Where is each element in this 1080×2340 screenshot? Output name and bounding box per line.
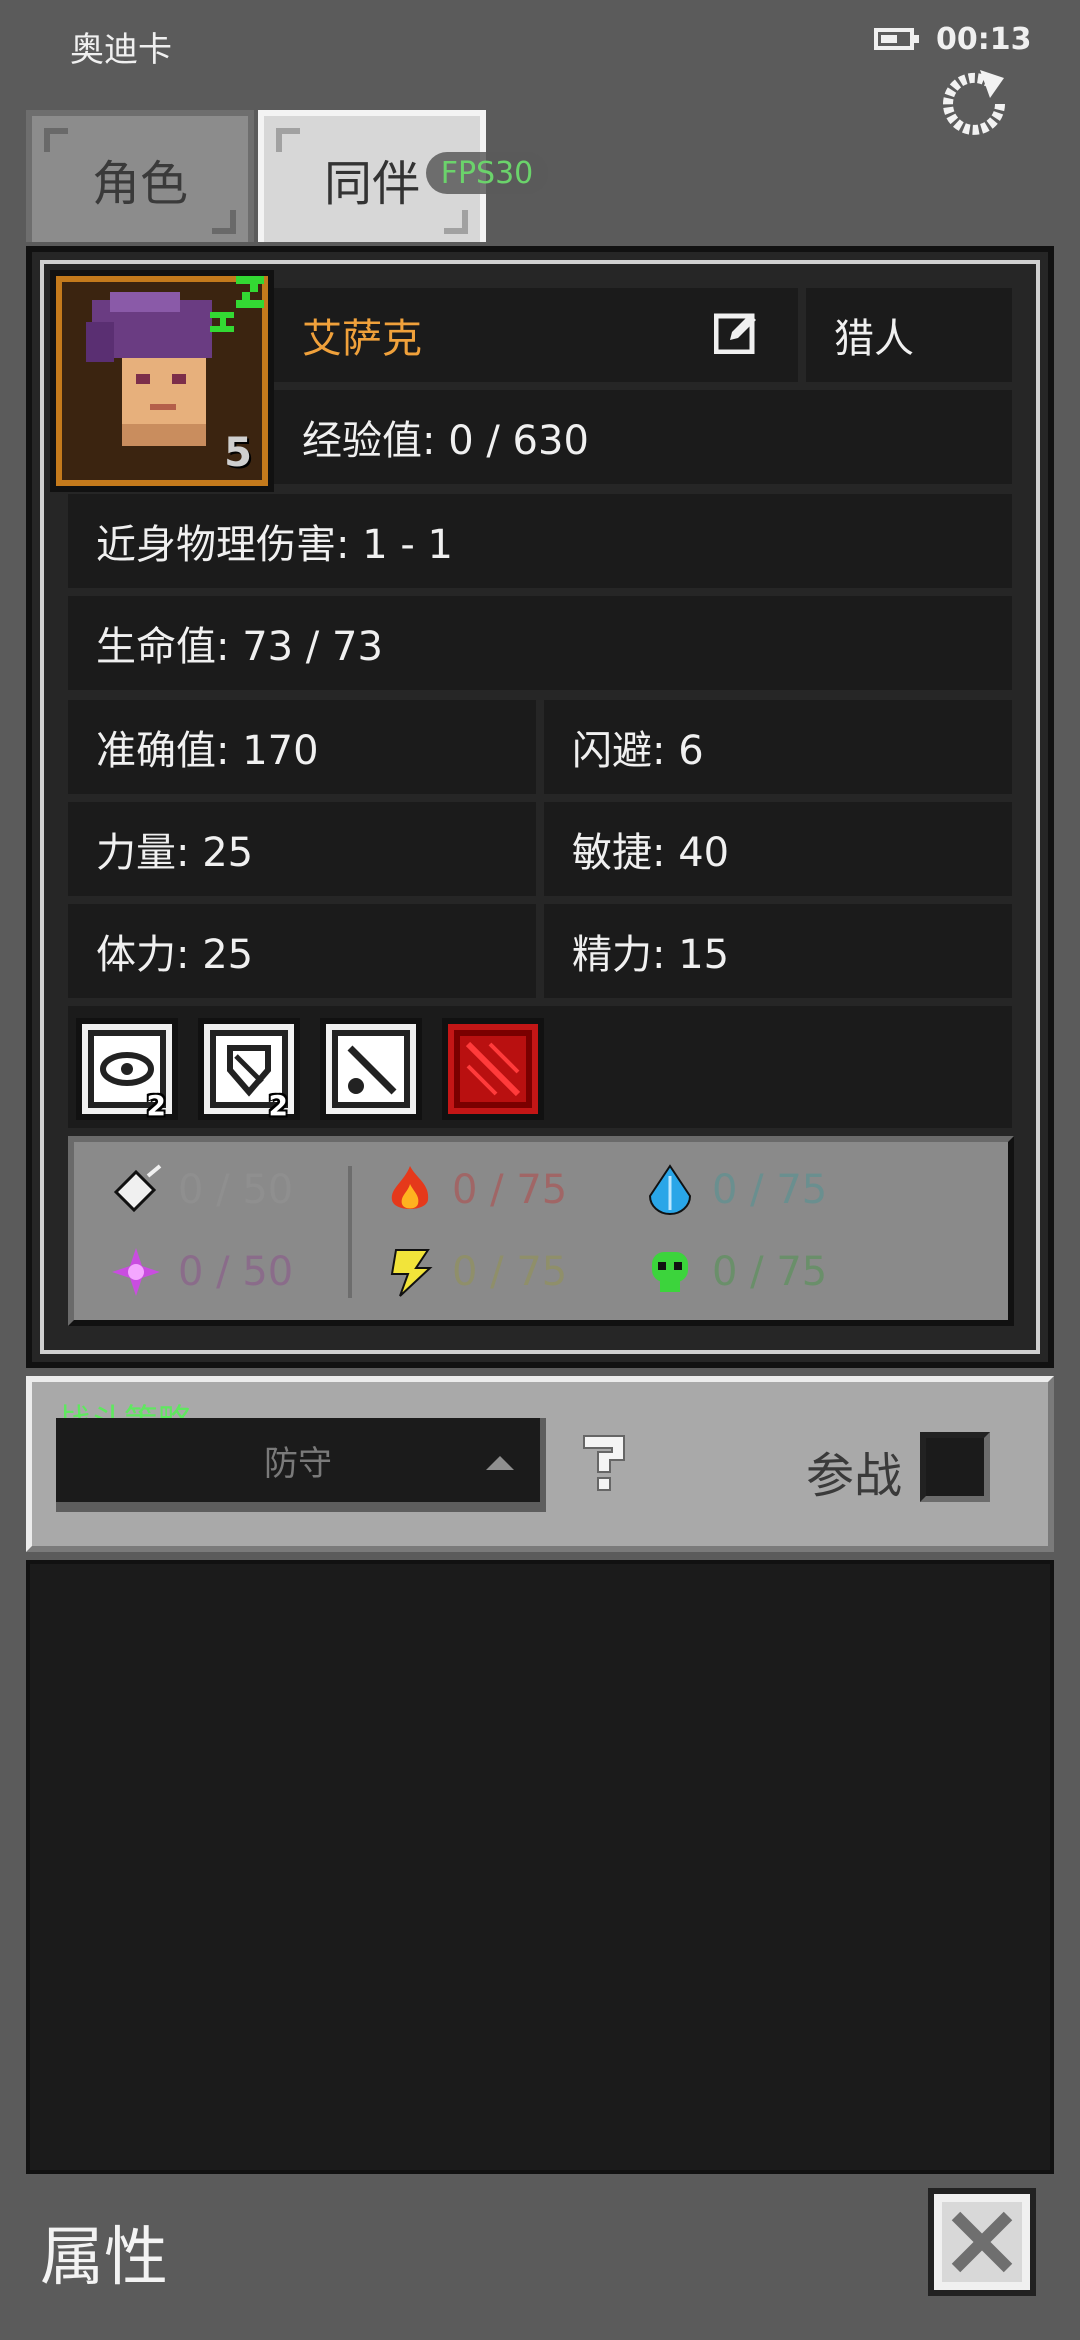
resist-magic-value: 0 / 50 xyxy=(178,1249,294,1295)
resist-lightning: 0 / 75 xyxy=(382,1244,567,1300)
help-question-icon[interactable] xyxy=(576,1430,636,1494)
resist-fire-value: 0 / 75 xyxy=(452,1167,568,1213)
skill-slot-1[interactable]: 2 xyxy=(76,1018,178,1122)
fire-resist-icon xyxy=(391,1166,429,1209)
stat-hp-text: 生命值: 73 / 73 xyxy=(96,624,383,670)
stat-strength: 力量: 25 xyxy=(68,802,536,896)
stat-strength-text: 力量: 25 xyxy=(96,830,254,876)
resist-lightning-value: 0 / 75 xyxy=(452,1249,568,1295)
sleep-z-icon xyxy=(210,276,264,332)
skill-slot-2[interactable]: 2 xyxy=(198,1018,300,1122)
stat-agility: 敏捷: 40 xyxy=(544,802,1012,896)
skill-2-count: 2 xyxy=(268,1089,288,1122)
poison-skull-icon xyxy=(652,1252,688,1292)
status-carrier: 奥迪卡 xyxy=(70,30,172,70)
rename-edit-icon[interactable] xyxy=(713,310,758,355)
tab-character-label: 角色 xyxy=(91,156,188,212)
stat-agility-text: 敏捷: 40 xyxy=(572,830,730,876)
companion-level: 5 xyxy=(224,430,252,476)
water-resist-icon xyxy=(648,1164,692,1215)
companion-log-panel xyxy=(26,1560,1054,2174)
skull-wand-icon xyxy=(347,1045,397,1095)
lightning-resist-icon xyxy=(390,1249,433,1297)
join-battle-checkbox[interactable] xyxy=(920,1432,990,1502)
resist-physical: 0 / 50 xyxy=(108,1162,293,1218)
stat-melee-damage-text: 近身物理伤害: 1 - 1 xyxy=(96,522,453,568)
physical-resist-icon xyxy=(113,1164,162,1213)
companion-class-cell: 猎人 xyxy=(806,288,1012,382)
stat-dodge-text: 闪避: 6 xyxy=(572,728,704,774)
companion-class: 猎人 xyxy=(834,316,914,362)
stat-accuracy-text: 准确值: 170 xyxy=(96,728,319,774)
resist-fire: 0 / 75 xyxy=(382,1162,567,1218)
status-time: 00:13 xyxy=(936,22,1032,57)
stat-hp: 生命值: 73 / 73 xyxy=(68,596,1012,690)
tab-character[interactable]: 角色 xyxy=(26,110,254,242)
companion-name: 艾萨克 xyxy=(302,316,422,362)
skill-slot-4[interactable] xyxy=(442,1018,544,1120)
strategy-selected: 防守 xyxy=(264,1443,332,1484)
refresh-icon[interactable] xyxy=(934,64,1014,144)
join-battle-label: 参战 xyxy=(806,1448,903,1504)
resistance-divider xyxy=(348,1166,352,1298)
resist-magic: 0 / 50 xyxy=(108,1244,293,1300)
stat-melee-damage: 近身物理伤害: 1 - 1 xyxy=(68,494,1012,588)
broken-weapon-icon xyxy=(465,1041,521,1097)
stat-dodge: 闪避: 6 xyxy=(544,700,1012,794)
tab-companion-label: 同伴 xyxy=(323,156,420,212)
close-button[interactable] xyxy=(928,2188,1036,2296)
strategy-dropdown[interactable]: 防守 xyxy=(56,1418,546,1512)
battery-icon xyxy=(874,28,919,50)
companion-portrait[interactable]: 5 xyxy=(50,270,274,492)
skill-1-count: 2 xyxy=(146,1089,166,1122)
skill-slot-3[interactable] xyxy=(320,1018,422,1120)
stat-accuracy: 准确值: 170 xyxy=(68,700,536,794)
stat-energy-text: 精力: 15 xyxy=(572,932,730,978)
experience-cell: 经验值: 0 / 630 xyxy=(274,390,1012,484)
stat-stamina-text: 体力: 25 xyxy=(96,932,254,978)
stat-stamina: 体力: 25 xyxy=(68,904,536,998)
close-icon xyxy=(951,2211,1013,2273)
resist-water-value: 0 / 75 xyxy=(712,1167,828,1213)
resist-poison: 0 / 75 xyxy=(642,1244,827,1300)
resist-poison-value: 0 / 75 xyxy=(712,1249,828,1295)
fps-badge: FPS30 xyxy=(426,152,548,194)
resist-physical-value: 0 / 50 xyxy=(178,1167,294,1213)
page-title: 属性 xyxy=(40,2221,168,2295)
resist-water: 0 / 75 xyxy=(642,1162,827,1218)
magic-resist-icon xyxy=(112,1248,160,1296)
experience-value: 经验值: 0 / 630 xyxy=(302,418,589,464)
stat-energy: 精力: 15 xyxy=(544,904,1012,998)
chevron-up-icon xyxy=(486,1456,514,1470)
